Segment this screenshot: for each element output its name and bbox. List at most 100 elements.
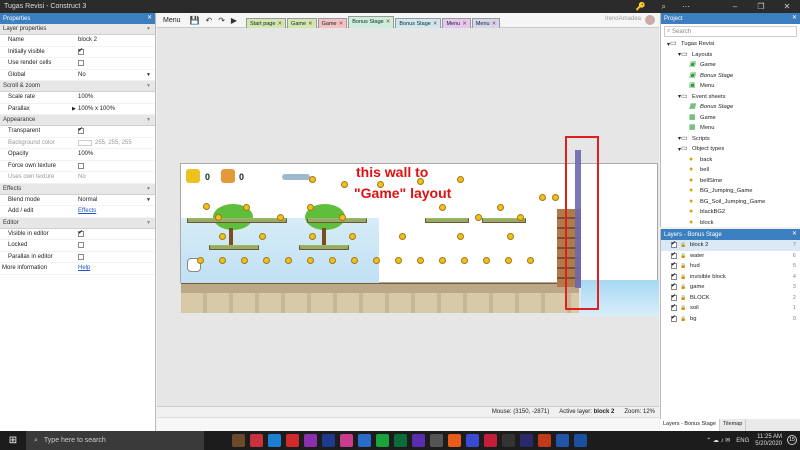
property-value[interactable] <box>78 58 155 69</box>
tab-menu[interactable]: Menu ✕ <box>442 17 471 28</box>
taskbar-app-icon[interactable] <box>430 434 443 447</box>
property-value[interactable] <box>78 161 155 172</box>
taskbar-app-icon[interactable] <box>376 434 389 447</box>
layer-item[interactable]: 🔒block 2 7 <box>661 240 800 251</box>
property-value[interactable] <box>78 229 155 240</box>
property-value[interactable] <box>78 126 155 137</box>
project-item[interactable]: ▦ Menu <box>661 123 800 134</box>
checkbox[interactable] <box>78 242 84 249</box>
lock-icon[interactable]: 🔒 <box>680 253 687 259</box>
project-item[interactable]: ▣ Menu <box>661 81 800 92</box>
dropdown-arrow-icon[interactable]: ▼ <box>146 72 151 78</box>
dropdown-arrow-icon[interactable]: ▼ <box>146 197 151 203</box>
property-section[interactable]: Editor ▼ <box>0 217 155 229</box>
property-section[interactable]: Layer properties ▼ <box>0 24 155 35</box>
layer-item[interactable]: 🔒bg 0 <box>661 314 800 325</box>
close-icon[interactable]: ✕ <box>792 229 797 240</box>
layout-canvas[interactable]: 0 0 this wall to "Game" layout <box>157 28 659 422</box>
minimize-button[interactable]: – <box>722 0 748 13</box>
taskbar-app-icon[interactable] <box>268 434 281 447</box>
search-icon[interactable]: ⌕ <box>662 0 666 13</box>
lock-icon[interactable]: 🔒 <box>680 316 687 322</box>
menu-button[interactable]: Menu <box>157 17 187 24</box>
redo-icon[interactable]: ↷ <box>215 16 228 25</box>
project-item[interactable]: ● back <box>661 155 800 166</box>
project-item[interactable]: ▦ Bonus Stage <box>661 102 800 113</box>
taskbar-app-icon[interactable] <box>340 434 353 447</box>
taskbar-app-icon[interactable] <box>286 434 299 447</box>
property-value[interactable]: No <box>78 172 155 183</box>
taskbar-app-icon[interactable] <box>448 434 461 447</box>
property-value[interactable]: No ▼ <box>78 70 155 81</box>
lock-icon[interactable]: 🔒 <box>680 242 687 248</box>
close-tab-icon[interactable]: ✕ <box>492 21 497 27</box>
lock-icon[interactable]: 🔒 <box>680 284 687 290</box>
property-value[interactable]: Normal ▼ <box>78 195 155 206</box>
layer-item[interactable]: 🔒water 6 <box>661 251 800 262</box>
property-section[interactable]: Effects ▼ <box>0 183 155 195</box>
tab-bonus-stage[interactable]: Bonus Stage ✕ <box>348 15 395 28</box>
project-item[interactable]: ● bellSime <box>661 176 800 187</box>
lock-icon[interactable]: 🔒 <box>680 274 687 280</box>
clock[interactable]: 11:25 AM 5/20/2020 <box>755 434 782 448</box>
taskbar-app-icon[interactable] <box>250 434 263 447</box>
visibility-checkbox[interactable] <box>671 240 677 249</box>
project-item[interactable]: ● bell <box>661 165 800 176</box>
taskbar-app-icon[interactable] <box>466 434 479 447</box>
project-item[interactable]: ▾ ▭ Scripts <box>661 134 800 145</box>
property-value[interactable]: 100% <box>78 92 155 103</box>
project-item[interactable]: ▾ ▭ Tugas Revisi <box>661 39 800 50</box>
taskbar-app-icon[interactable] <box>520 434 533 447</box>
bottom-tab[interactable]: Tilemap <box>720 419 747 431</box>
expand-arrow-icon[interactable]: ▶ <box>72 106 76 112</box>
undo-icon[interactable]: ↶ <box>202 16 215 25</box>
tray-icons[interactable]: ⌃ ☁ ♪ ✉ <box>706 437 730 444</box>
notification-icon[interactable]: 15 <box>787 435 797 445</box>
visibility-checkbox[interactable] <box>671 282 677 291</box>
project-item[interactable]: ▣ Bonus Stage <box>661 71 800 82</box>
tab-menu[interactable]: Menu ✕ <box>471 17 501 28</box>
taskbar-app-icon[interactable] <box>574 434 587 447</box>
property-value[interactable]: 255, 255, 255 <box>78 138 155 149</box>
taskbar-app-icon[interactable] <box>394 434 407 447</box>
checkbox[interactable] <box>78 126 84 135</box>
property-section[interactable]: Appearance ▼ <box>0 115 155 126</box>
layer-item[interactable]: 🔒game 3 <box>661 282 800 293</box>
layer-item[interactable]: 🔒BLOCK 2 <box>661 293 800 304</box>
close-icon[interactable]: ✕ <box>792 13 797 24</box>
play-icon[interactable]: ▶ <box>228 16 240 25</box>
bottom-tab[interactable]: Layers - Bonus Stage <box>660 419 720 431</box>
visibility-checkbox[interactable] <box>671 261 677 270</box>
project-item[interactable]: ▾ ▭ Event sheets <box>661 92 800 103</box>
property-section[interactable]: Scroll & zoom ▼ <box>0 81 155 92</box>
property-value[interactable] <box>78 252 155 263</box>
project-item[interactable]: ▣ Game <box>661 60 800 71</box>
project-item[interactable]: ▾ ▭ Layouts <box>661 50 800 61</box>
project-search-input[interactable]: ⌕ Search <box>664 26 797 37</box>
taskbar-app-icon[interactable] <box>556 434 569 447</box>
layer-item[interactable]: 🔒invisible block 4 <box>661 272 800 283</box>
effects-link[interactable]: Effects <box>78 208 96 214</box>
checkbox[interactable] <box>78 229 84 237</box>
language-indicator[interactable]: ENG <box>736 438 749 444</box>
lock-icon[interactable]: 🔒 <box>680 295 687 301</box>
visibility-checkbox[interactable] <box>671 314 677 322</box>
close-tab-icon[interactable]: ✕ <box>462 21 467 27</box>
user-name[interactable]: IrenoAmadea <box>605 16 641 22</box>
close-tab-icon[interactable]: ✕ <box>308 21 313 27</box>
color-swatch[interactable] <box>78 139 92 146</box>
close-tab-icon[interactable]: ✕ <box>433 21 438 27</box>
taskbar-app-icon[interactable] <box>358 434 371 447</box>
chevron-down-icon[interactable]: ▼ <box>146 26 151 32</box>
property-value[interactable]: block 2 <box>78 35 155 46</box>
close-tab-icon[interactable]: ✕ <box>277 21 282 27</box>
property-value[interactable]: Effects <box>78 206 155 217</box>
chevron-down-icon[interactable]: ▼ <box>146 186 151 192</box>
property-value[interactable] <box>78 240 155 251</box>
checkbox[interactable] <box>78 60 84 67</box>
chevron-down-icon[interactable]: ▼ <box>146 220 151 226</box>
help-link-text[interactable]: Help <box>78 265 90 271</box>
help-link[interactable]: Help <box>78 263 155 274</box>
taskbar-app-icon[interactable] <box>502 434 515 447</box>
checkbox[interactable] <box>78 253 84 260</box>
